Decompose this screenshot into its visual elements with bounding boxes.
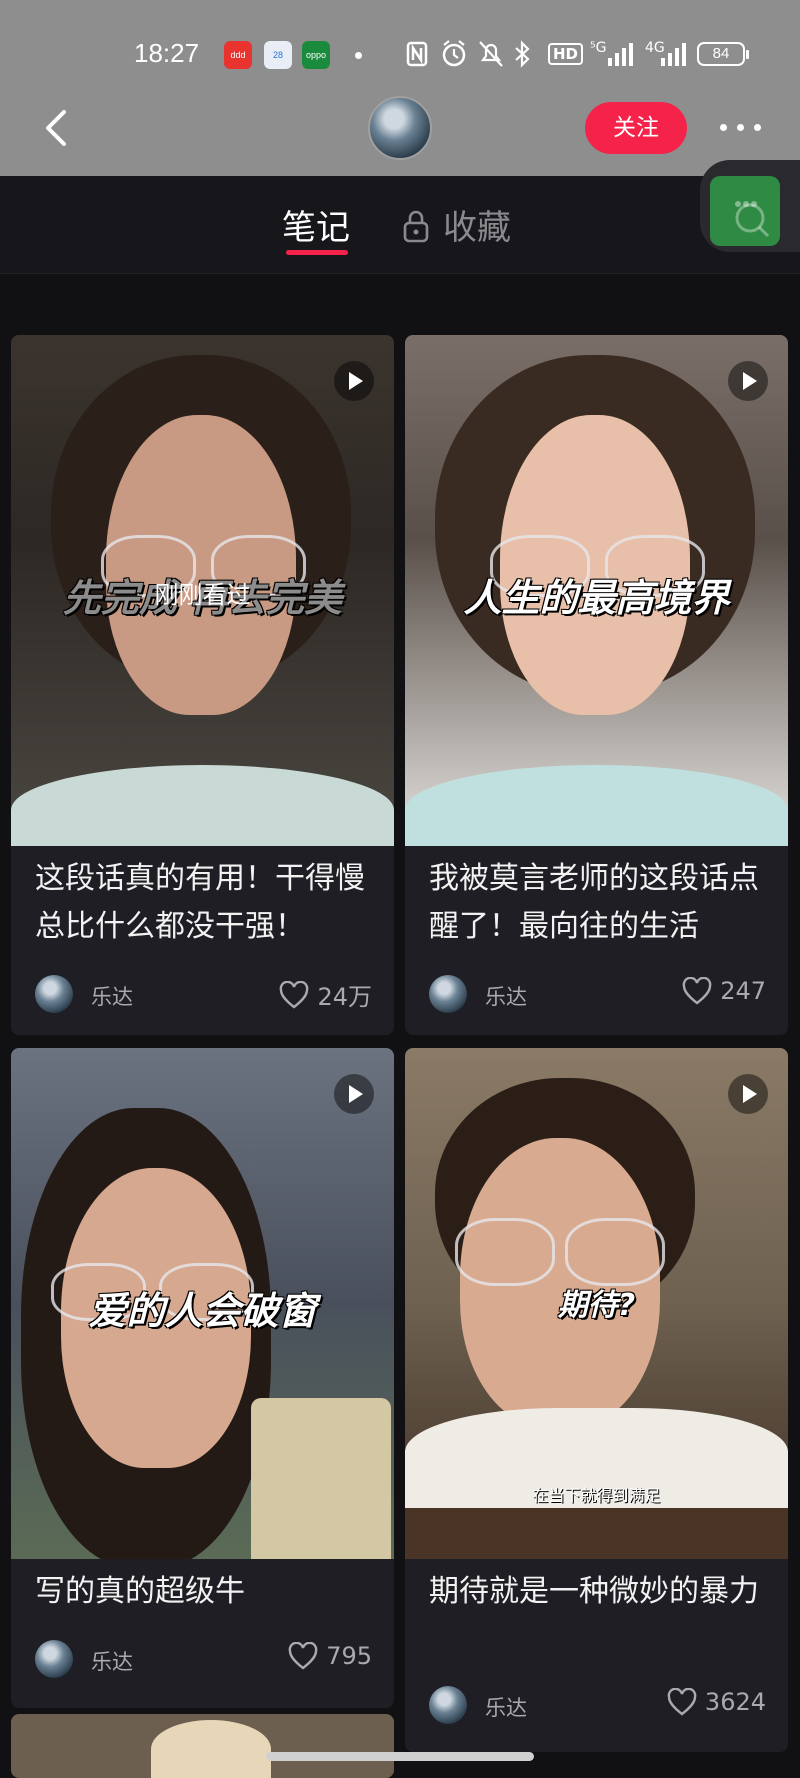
note-card[interactable]: 爱的人会破窗 写的真的超级牛 乐达 795 [11, 1048, 394, 1708]
nfc-icon [406, 41, 428, 67]
note-title: 期待就是一种微妙的暴力 [429, 1574, 759, 1609]
author-avatar [35, 975, 73, 1013]
note-title: 这段话真的有用！干得慢总比什么都没干强！ [35, 861, 365, 944]
author-name: 乐达 [485, 985, 527, 1009]
mute-icon [479, 41, 503, 67]
author-avatar [429, 975, 467, 1013]
heart-icon [667, 1688, 697, 1716]
tab-favorites[interactable]: 收藏 [403, 200, 511, 249]
note-title: 写的真的超级牛 [35, 1574, 245, 1609]
floating-search-thumb [710, 176, 780, 246]
like-count[interactable]: 247 [682, 977, 766, 1005]
hd-icon: HD [548, 43, 584, 65]
search-icon [735, 201, 770, 238]
lock-icon [403, 210, 429, 243]
notes-feed: 乐达 353 乐达 88 [0, 180, 800, 1778]
tab-notes[interactable]: 笔记 [282, 200, 350, 249]
like-count[interactable]: 3624 [667, 1688, 766, 1716]
like-count-value: 795 [326, 1642, 372, 1670]
profile-header: 关注 [0, 88, 800, 172]
note-card[interactable]: 人生的最高境界 我被莫言老师的这段话点醒了！最向往的生活 乐达 247 [405, 335, 788, 1035]
more-options-button[interactable] [716, 112, 766, 142]
video-thumbnail: 期待? 在当下就得到满足 [405, 1048, 788, 1559]
note-card-partial[interactable] [11, 1714, 394, 1778]
heart-icon [288, 1642, 318, 1670]
status-bar: 18:27 ddd 28 oppo HD ⁵G 4G 84 [0, 28, 800, 78]
video-thumbnail: 先完成 再去完美 刚刚看过 [11, 335, 394, 846]
heart-icon [682, 977, 712, 1005]
back-button[interactable] [36, 106, 80, 150]
home-indicator[interactable] [266, 1752, 534, 1761]
video-subtitle: 在当下就得到满足 [532, 1486, 661, 1505]
top-bar: 18:27 ddd 28 oppo HD ⁵G 4G 84 关注 [0, 0, 800, 176]
like-count[interactable]: 24万 [279, 977, 372, 1012]
4g-signal-icon [661, 43, 686, 66]
author-name: 乐达 [91, 1650, 133, 1674]
author-name: 乐达 [91, 985, 133, 1009]
tab-favorites-label: 收藏 [443, 208, 511, 248]
status-dot [355, 52, 362, 59]
battery-indicator: 84 [697, 42, 749, 66]
profile-notes-page: 18:27 ddd 28 oppo HD ⁵G 4G 84 关注 笔记 收藏 先… [0, 0, 800, 1778]
status-app-icon-3: oppo [302, 41, 330, 69]
play-icon [728, 1074, 768, 1114]
chevron-left-icon [46, 110, 66, 146]
note-meta: 乐达 24万 [35, 973, 372, 1013]
note-meta: 乐达 3624 [429, 1684, 766, 1724]
like-count-value: 3624 [704, 1688, 766, 1716]
follow-button[interactable]: 关注 [585, 102, 687, 154]
video-thumbnail: 人生的最高境界 [405, 335, 788, 846]
play-icon [728, 361, 768, 401]
note-meta: 乐达 795 [35, 1638, 372, 1678]
note-card[interactable]: 期待? 在当下就得到满足 期待就是一种微妙的暴力 乐达 3624 [405, 1048, 788, 1752]
status-time: 18:27 [134, 38, 200, 68]
video-overlay-text: 爱的人会破窗 [88, 1289, 317, 1333]
like-count[interactable]: 795 [288, 1642, 372, 1670]
5g-label: ⁵G [590, 40, 607, 56]
heart-icon [280, 980, 309, 1009]
video-overlay-text: 期待? [557, 1288, 636, 1323]
author-avatar [35, 1640, 73, 1678]
status-app-icon-2: 28 [264, 41, 292, 69]
note-meta: 乐达 247 [429, 973, 766, 1013]
author-avatar [429, 1686, 467, 1724]
active-tab-indicator [286, 250, 348, 255]
recently-watched-label: 刚刚看过 [154, 581, 251, 609]
author-name: 乐达 [485, 1696, 527, 1720]
5g-signal-icon [608, 43, 633, 66]
alarm-icon [442, 40, 466, 67]
play-icon [334, 1074, 374, 1114]
user-avatar[interactable] [368, 96, 432, 160]
note-title: 我被莫言老师的这段话点醒了！最向往的生活 [429, 861, 759, 944]
floating-search-button[interactable] [700, 160, 800, 252]
note-card[interactable]: 先完成 再去完美 刚刚看过 这段话真的有用！干得慢总比什么都没干强！ 乐达 24… [11, 335, 394, 1035]
video-thumbnail: 爱的人会破窗 [11, 1048, 394, 1559]
status-app-icon-1: ddd [224, 41, 252, 69]
video-overlay-text: 人生的最高境界 [463, 576, 730, 620]
bluetooth-icon [515, 40, 530, 68]
like-count-value: 24万 [317, 983, 372, 1011]
like-count-value: 247 [720, 977, 766, 1005]
play-icon [334, 361, 374, 401]
profile-tabs: 笔记 收藏 [0, 176, 800, 274]
